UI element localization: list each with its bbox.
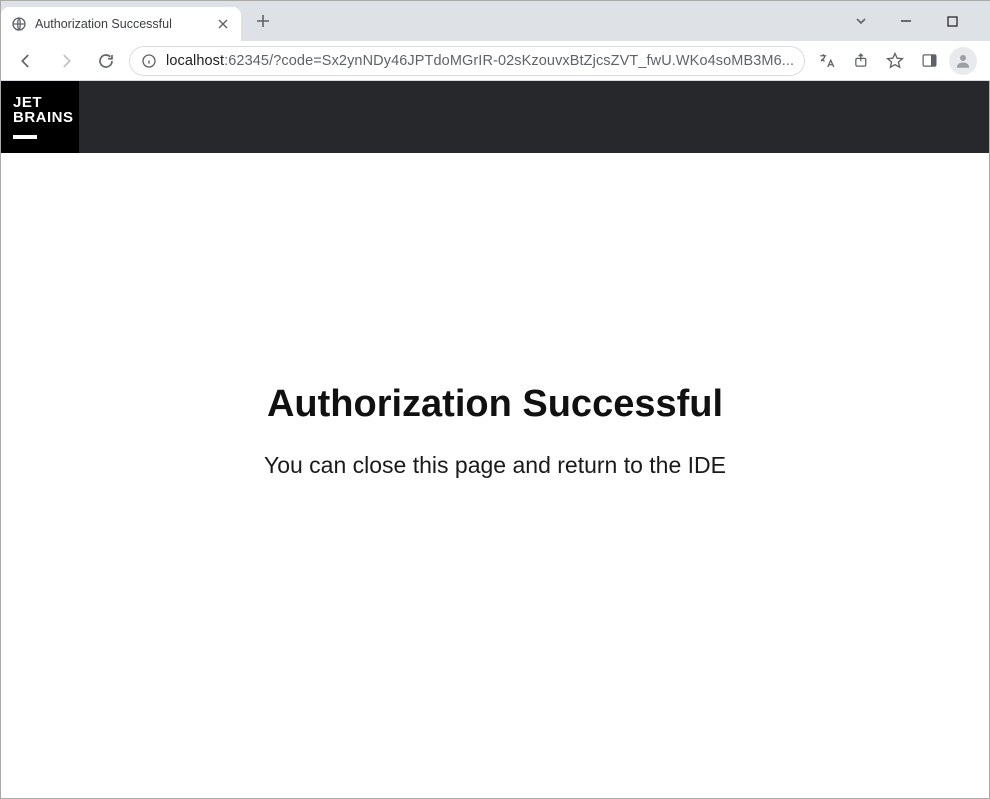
page-content: JET BRAINS Authorization Successful You …: [1, 81, 989, 798]
logo-underline: [13, 135, 37, 139]
reload-button[interactable]: [89, 44, 123, 78]
url-port: :62345: [224, 53, 269, 69]
url-text: localhost:62345/?code=Sx2ynNDy46JPTdoMGr…: [166, 53, 794, 69]
logo-line1: JET: [13, 95, 67, 110]
forward-button[interactable]: [49, 44, 83, 78]
site-header: JET BRAINS: [1, 81, 989, 153]
url-path: /?code=Sx2ynNDy46JPTdoMGrIR-02sKzouvxBtZ…: [269, 53, 794, 69]
page-heading: Authorization Successful: [1, 383, 989, 426]
back-button[interactable]: [9, 44, 43, 78]
logo-line2: BRAINS: [13, 110, 67, 125]
new-tab-button[interactable]: [249, 7, 277, 35]
bookmark-icon[interactable]: [879, 45, 911, 77]
tabstrip-row: Authorization Successful: [1, 1, 990, 41]
toolbar-actions: [811, 45, 990, 77]
chevron-down-icon[interactable]: [845, 1, 877, 41]
url-host: localhost: [166, 53, 224, 69]
side-panel-icon[interactable]: [913, 45, 945, 77]
close-tab-button[interactable]: [215, 16, 231, 32]
menu-button[interactable]: [981, 45, 990, 77]
page-subtext: You can close this page and return to th…: [1, 452, 989, 479]
translate-icon[interactable]: [811, 45, 843, 77]
window-minimize-button[interactable]: [883, 1, 929, 41]
globe-icon: [11, 16, 27, 32]
address-bar[interactable]: localhost:62345/?code=Sx2ynNDy46JPTdoMGr…: [129, 46, 805, 76]
jetbrains-logo[interactable]: JET BRAINS: [1, 81, 79, 153]
site-info-icon[interactable]: [140, 52, 158, 70]
browser-tab[interactable]: Authorization Successful: [1, 7, 241, 41]
window-close-button[interactable]: [975, 1, 990, 41]
share-icon[interactable]: [845, 45, 877, 77]
browser-chrome: Authorization Successful: [1, 1, 989, 81]
window-maximize-button[interactable]: [929, 1, 975, 41]
browser-toolbar: localhost:62345/?code=Sx2ynNDy46JPTdoMGr…: [1, 41, 990, 81]
main-content: Authorization Successful You can close t…: [1, 153, 989, 479]
tab-title: Authorization Successful: [35, 17, 207, 31]
profile-button[interactable]: [947, 45, 979, 77]
avatar-icon: [949, 47, 977, 75]
